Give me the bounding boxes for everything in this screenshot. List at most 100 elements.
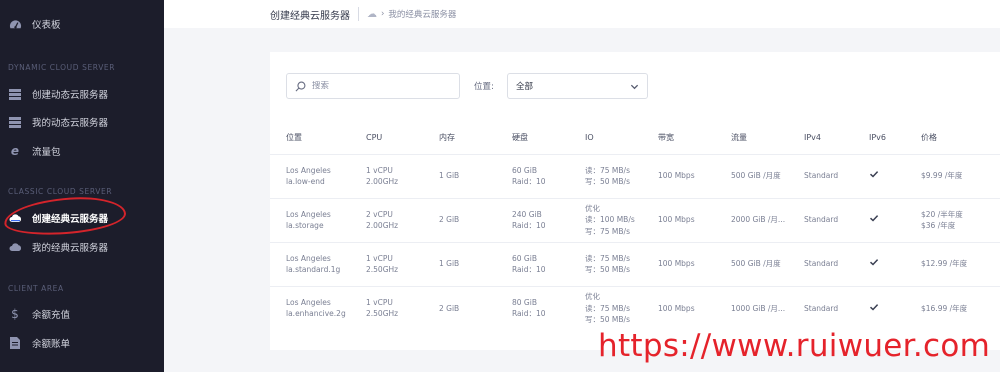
breadcrumb-link[interactable]: 我的经典云服务器 xyxy=(388,8,456,20)
plan-name: la.enhancive.2g xyxy=(286,309,346,319)
column-header: 流量 xyxy=(731,133,747,143)
sidebar: 仪表板 DYNAMIC CLOUD SERVER 创建动态云服务器 我的动态云服… xyxy=(0,0,164,372)
plan-name: la.low-end xyxy=(286,177,325,186)
cloud-icon: ☁ xyxy=(367,8,377,20)
disk-raid: Raid：10 xyxy=(512,177,546,186)
sidebar-item-label: 我的动态云服务器 xyxy=(32,118,109,129)
server-icon xyxy=(8,115,22,129)
check-icon xyxy=(869,303,879,314)
cell-traffic: 500 GiB /月度 xyxy=(731,153,804,198)
io-optimized: 优化 xyxy=(585,203,600,213)
cell-cpu: 1 vCPU 2.50GHz xyxy=(366,241,439,286)
column-header: 内存 xyxy=(439,133,455,143)
server-icon xyxy=(8,87,22,101)
table-row[interactable]: Los Angeles la.storage 2 vCPU 2.00GHz 2 GiB 2… xyxy=(270,197,1000,242)
check-icon xyxy=(869,171,879,181)
table-header-row: 位置 CPU 内存 硬盘 IO 带宽 流量 IPv4 IPv6 价格 xyxy=(270,122,1000,154)
sidebar-item-my-dynamic[interactable]: 我的动态云服务器 xyxy=(0,108,164,136)
table-row[interactable]: Los Angeles la.standard.1g 1 vCPU 2.50GHz 1 … xyxy=(270,241,1000,286)
chevron-down-icon xyxy=(630,84,639,89)
cell-ipv4: Standard xyxy=(804,241,869,286)
cell-price: $12.99 /年度 xyxy=(921,241,1000,286)
cell-ipv6 xyxy=(869,197,921,242)
location-city: Los Angeles xyxy=(286,253,331,263)
page-title: 创建经典云服务器 xyxy=(270,10,350,22)
cloud-icon xyxy=(8,240,22,254)
sidebar-item-label: 创建动态云服务器 xyxy=(32,90,109,101)
sidebar-item-create-dynamic[interactable]: 创建动态云服务器 xyxy=(0,80,164,108)
check-icon xyxy=(869,215,879,225)
cell-cpu: 2 vCPU 2.00GHz xyxy=(366,197,439,242)
location-select[interactable]: 全部 xyxy=(507,73,648,99)
cloud-icon xyxy=(8,211,22,225)
sidebar-item-label: 余额充值 xyxy=(32,310,71,321)
server-table: 位置 CPU 内存 硬盘 IO 带宽 流量 IPv4 IPv6 价格 Los A… xyxy=(270,122,1000,330)
cell-ipv6 xyxy=(869,153,921,198)
plan-name: la.standard.1g xyxy=(286,265,341,274)
dollar-icon: $ xyxy=(11,307,19,321)
io-write: 写：50 MB/s xyxy=(585,177,630,186)
io-optimized: 优化 xyxy=(585,292,600,301)
column-header: 价格 xyxy=(921,133,937,143)
breadcrumb[interactable]: ☁ › 我的经典云服务器 xyxy=(367,8,456,21)
watermark-text: https://www.ruiwuer.com xyxy=(598,328,991,364)
price-primary: $20 /半年度 xyxy=(921,209,963,219)
sidebar-item-label: 余额账单 xyxy=(32,339,71,350)
sidebar-item-balance-bill[interactable]: 余额账单 xyxy=(0,329,164,357)
price-secondary: $36 /年度 xyxy=(921,221,956,230)
sidebar-item-label: 流量包 xyxy=(32,147,61,158)
cell-io: 优化 读：100 MB/s 写：75 MB/s xyxy=(585,197,658,242)
sidebar-item-balance-recharge[interactable]: $ 余额充值 xyxy=(0,300,164,328)
top-header: 创建经典云服务器 ☁ › 我的经典云服务器 xyxy=(164,0,1000,28)
cell-memory: 2 GiB xyxy=(439,285,512,330)
sidebar-item-label: 我的经典云服务器 xyxy=(32,243,109,254)
breadcrumb-separator: › xyxy=(381,9,385,19)
sidebar-item-my-classic[interactable]: 我的经典云服务器 xyxy=(0,233,164,261)
server-list-card: 位置: 全部 位置 CPU 内存 硬盘 IO 带宽 流量 IPv4 IPv6 价… xyxy=(270,52,1000,350)
cell-location: Los Angeles la.low-end xyxy=(270,153,366,198)
cpu-cores: 1 vCPU xyxy=(366,297,393,307)
cell-io: 读：75 MB/s 写：50 MB/s xyxy=(585,241,658,286)
io-read: 读：75 MB/s xyxy=(585,253,630,263)
column-header: IPv6 xyxy=(869,133,887,143)
price-primary: $12.99 /年度 xyxy=(921,259,968,269)
column-header: 硬盘 xyxy=(512,133,528,143)
disk-raid: Raid：10 xyxy=(512,221,546,230)
io-read: 读：75 MB/s xyxy=(585,165,630,175)
cell-ipv4: Standard xyxy=(804,285,869,330)
location-city: Los Angeles xyxy=(286,165,331,175)
disk-raid: Raid：10 xyxy=(512,309,546,319)
cell-memory: 1 GiB xyxy=(439,153,512,198)
cell-memory: 1 GiB xyxy=(439,241,512,286)
disk-size: 60 GiB xyxy=(512,253,537,263)
io-write: 写：50 MB/s xyxy=(585,265,630,274)
cpu-freq: 2.50GHz xyxy=(366,265,399,274)
cell-cpu: 1 vCPU 2.00GHz xyxy=(366,153,439,198)
sidebar-item-traffic-pack[interactable]: e 流量包 xyxy=(0,137,164,165)
cell-price: $9.99 /年度 xyxy=(921,153,1000,198)
location-select-value: 全部 xyxy=(516,82,534,92)
search-box[interactable] xyxy=(286,73,460,99)
disk-size: 80 GiB xyxy=(512,297,537,307)
price-primary: $9.99 /年度 xyxy=(921,171,963,181)
sidebar-item-dashboard[interactable]: 仪表板 xyxy=(0,10,164,38)
sidebar-item-create-classic[interactable]: 创建经典云服务器 xyxy=(0,204,164,232)
search-input[interactable] xyxy=(312,81,452,91)
cpu-freq: 2.00GHz xyxy=(366,221,399,230)
cpu-freq: 2.50GHz xyxy=(366,309,399,319)
column-header: 位置 xyxy=(286,133,302,143)
cell-ipv4: Standard xyxy=(804,153,869,198)
table-row[interactable]: Los Angeles la.enhancive.2g 1 vCPU 2.50GHz 2… xyxy=(270,285,1000,330)
plan-name: la.storage xyxy=(286,221,324,230)
io-read: 读：100 MB/s xyxy=(585,215,635,225)
table-row[interactable]: Los Angeles la.low-end 1 vCPU 2.00GHz 1 GiB 6… xyxy=(270,153,1000,198)
cell-ipv6 xyxy=(869,285,921,330)
cell-ipv4: Standard xyxy=(804,197,869,242)
header-divider xyxy=(358,7,359,21)
section-dynamic-cloud-server: DYNAMIC CLOUD SERVER xyxy=(8,63,116,72)
disk-size: 240 GiB xyxy=(512,209,542,219)
cell-price: $20 /半年度 $36 /年度 xyxy=(921,197,1000,242)
column-header: IPv4 xyxy=(804,133,822,143)
cpu-cores: 1 vCPU xyxy=(366,165,393,175)
cell-disk: 60 GiB Raid：10 xyxy=(512,241,585,286)
